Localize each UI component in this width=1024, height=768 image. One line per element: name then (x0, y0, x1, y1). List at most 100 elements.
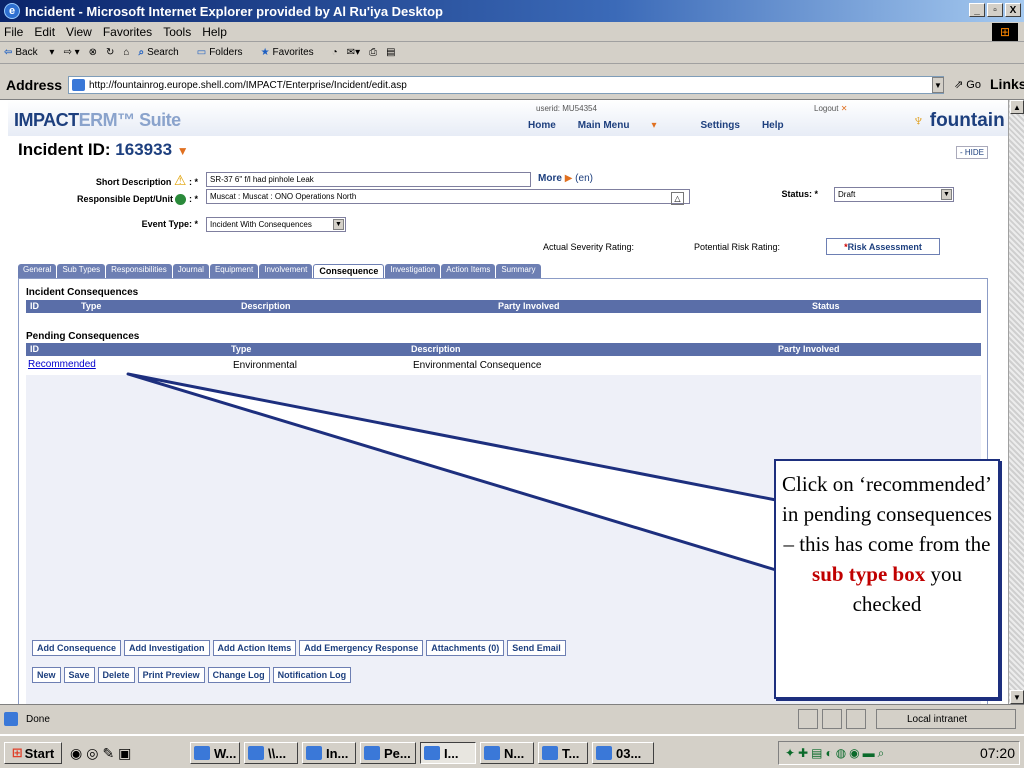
status-select[interactable]: Draft ▼ (834, 187, 954, 202)
more-link[interactable]: More ▶ (en) (538, 173, 593, 184)
nav-home[interactable]: Home (528, 120, 556, 131)
short-description-input[interactable]: SR-37 6" f/l had pinhole Leak (206, 172, 531, 187)
menu-favorites[interactable]: Favorites (103, 25, 152, 39)
header-party-involved: Party Involved (778, 344, 840, 354)
menu-edit[interactable]: Edit (34, 25, 55, 39)
print-preview-button[interactable]: Print Preview (137, 667, 205, 683)
recommended-link[interactable]: Recommended (28, 359, 96, 370)
stop-icon[interactable]: ⊗ (89, 47, 97, 58)
task-word[interactable]: W... (190, 742, 240, 764)
folders-button[interactable]: ▭ Folders (197, 47, 252, 58)
nav-settings[interactable]: Settings (701, 120, 740, 131)
refresh-icon[interactable]: ↻ (106, 47, 114, 58)
menu-tools[interactable]: Tools (163, 25, 191, 39)
zone-label: Local intranet (907, 713, 968, 725)
nav-main-menu[interactable]: Main Menu ▾ (578, 120, 679, 131)
security-zone: Local intranet (876, 709, 1016, 729)
mail-icon[interactable]: ✉▾ (347, 47, 360, 58)
tab-consequence[interactable]: Consequence (313, 264, 385, 278)
task-n[interactable]: N... (480, 742, 534, 764)
hide-button[interactable]: - HIDE (956, 146, 988, 159)
minimize-button[interactable]: _ (969, 3, 985, 17)
task-explorer[interactable]: \\... (244, 742, 298, 764)
event-type-select[interactable]: Incident With Consequences ▼ (206, 217, 346, 232)
nav-help[interactable]: Help (762, 120, 784, 131)
add-emergency-response-button[interactable]: Add Emergency Response (299, 640, 424, 656)
task-inbox[interactable]: In... (302, 742, 356, 764)
address-dropdown[interactable]: ▼ (932, 77, 944, 93)
forward-button[interactable]: ⇨ ▾ (63, 47, 79, 58)
page-scrollbar[interactable]: ▲ ▼ (1008, 100, 1024, 704)
task-label: Pe... (384, 745, 411, 761)
print-icon[interactable]: ⎙ (369, 47, 377, 58)
chevron-down-icon[interactable]: ▼ (177, 144, 189, 158)
attachments-button[interactable]: Attachments (0) (426, 640, 505, 656)
tab-involvement[interactable]: Involvement (259, 264, 313, 278)
notification-log-button[interactable]: Notification Log (272, 667, 352, 683)
tab-equipment[interactable]: Equipment (209, 264, 259, 278)
links-button[interactable]: Links (990, 76, 1024, 92)
tool-quicklaunch-icon[interactable]: ✎ (102, 745, 114, 762)
tab-sub-types[interactable]: Sub Types (57, 264, 106, 278)
action-buttons-row: Add Consequence Add Investigation Add Ac… (32, 640, 566, 656)
logo-sub: ERM™ Suite (78, 110, 182, 130)
task-incident[interactable]: I... (420, 742, 476, 764)
responsible-dept-input[interactable]: Muscat : Muscat : ONO Operations North (206, 189, 690, 204)
task-icon (364, 746, 380, 760)
menu-help[interactable]: Help (202, 25, 227, 39)
search-icon: ⌕ (138, 47, 145, 58)
task-t[interactable]: T... (538, 742, 588, 764)
menu-file[interactable]: File (4, 25, 23, 39)
new-button[interactable]: New (32, 667, 61, 683)
short-description-text: Short Description (95, 177, 172, 187)
task-icon (542, 746, 558, 760)
favorites-button[interactable]: ★ Favorites (261, 47, 323, 58)
tab-summary[interactable]: Summary (496, 264, 541, 278)
tab-action-items[interactable]: Action Items (441, 264, 496, 278)
back-button[interactable]: ⇦ Back ▾ (4, 47, 54, 58)
task-pe[interactable]: Pe... (360, 742, 416, 764)
window-title: Incident - Microsoft Internet Explorer p… (25, 3, 443, 19)
close-button[interactable]: X (1005, 3, 1021, 17)
callout-highlight: sub type box (812, 562, 926, 586)
required-marker: * (194, 219, 198, 229)
add-action-items-button[interactable]: Add Action Items (212, 640, 297, 656)
address-input[interactable]: http://fountainrog.europe.shell.com/IMPA… (68, 76, 944, 94)
task-icon (484, 746, 500, 760)
desktop-quicklaunch-icon[interactable]: ▣ (118, 745, 131, 762)
logout-link[interactable]: Logout ✕ (814, 104, 847, 113)
history-icon[interactable]: ◔ (332, 47, 338, 58)
risk-assessment-button[interactable]: * Risk Assessment (826, 238, 940, 255)
scroll-up-icon[interactable]: ▲ (1010, 100, 1024, 114)
home-icon[interactable]: ⌂ (123, 47, 129, 58)
edit-icon[interactable]: ▤ (386, 47, 395, 58)
task-icon (596, 746, 612, 760)
bell-icon[interactable]: △ (671, 192, 684, 205)
go-button[interactable]: ⇗ Go (954, 78, 981, 91)
search-button[interactable]: ⌕ Search (138, 47, 187, 58)
tab-general[interactable]: General (18, 264, 57, 278)
header-id: ID (30, 344, 39, 354)
delete-button[interactable]: Delete (97, 667, 135, 683)
back-arrow-icon: ⇦ (4, 47, 13, 58)
add-consequence-button[interactable]: Add Consequence (32, 640, 122, 656)
add-investigation-button[interactable]: Add Investigation (124, 640, 210, 656)
favorites-label: Favorites (272, 47, 314, 58)
scroll-down-icon[interactable]: ▼ (1010, 690, 1024, 704)
task-03[interactable]: 03... (592, 742, 654, 764)
ie-quicklaunch-icon[interactable]: ◉ (70, 745, 82, 762)
change-log-button[interactable]: Change Log (207, 667, 270, 683)
tab-responsibilities[interactable]: Responsibilities (106, 264, 172, 278)
save-button[interactable]: Save (63, 667, 95, 683)
pending-consequences-header: ID Type Description Party Involved (26, 343, 981, 356)
outlook-quicklaunch-icon[interactable]: ◎ (86, 745, 98, 762)
clock: 07:20 (979, 745, 1015, 761)
send-email-button[interactable]: Send Email (507, 640, 566, 656)
maximize-button[interactable]: ▫ (987, 3, 1003, 17)
tab-journal[interactable]: Journal (172, 264, 209, 278)
start-button[interactable]: ⊞ Start (4, 742, 62, 764)
menu-view[interactable]: View (66, 25, 92, 39)
tab-investigation[interactable]: Investigation (385, 264, 441, 278)
tray-icons[interactable]: ✦✚▤◐◍◉▬⌕ (785, 746, 887, 761)
incident-id-title: Incident ID: 163933 ▼ (18, 140, 189, 160)
